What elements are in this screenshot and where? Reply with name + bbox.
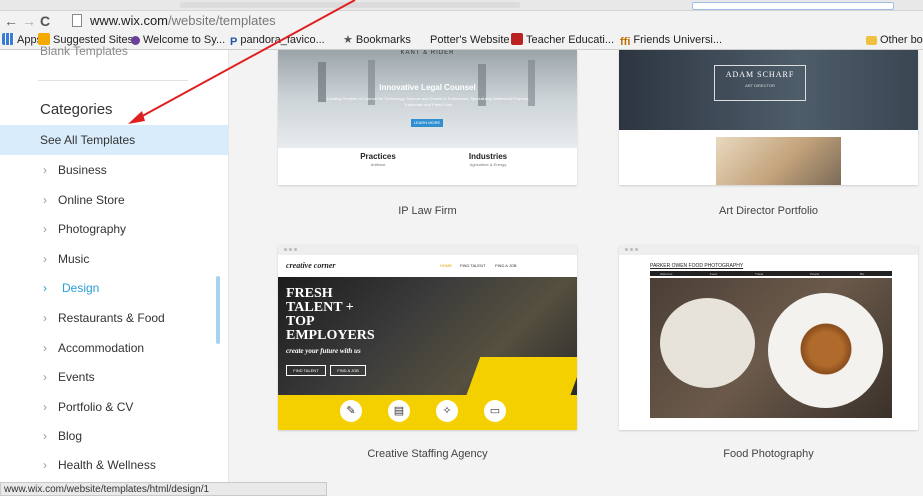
annotation-arrow xyxy=(128,0,356,124)
arrow-shaft xyxy=(134,0,356,121)
arrow-head xyxy=(128,111,145,124)
